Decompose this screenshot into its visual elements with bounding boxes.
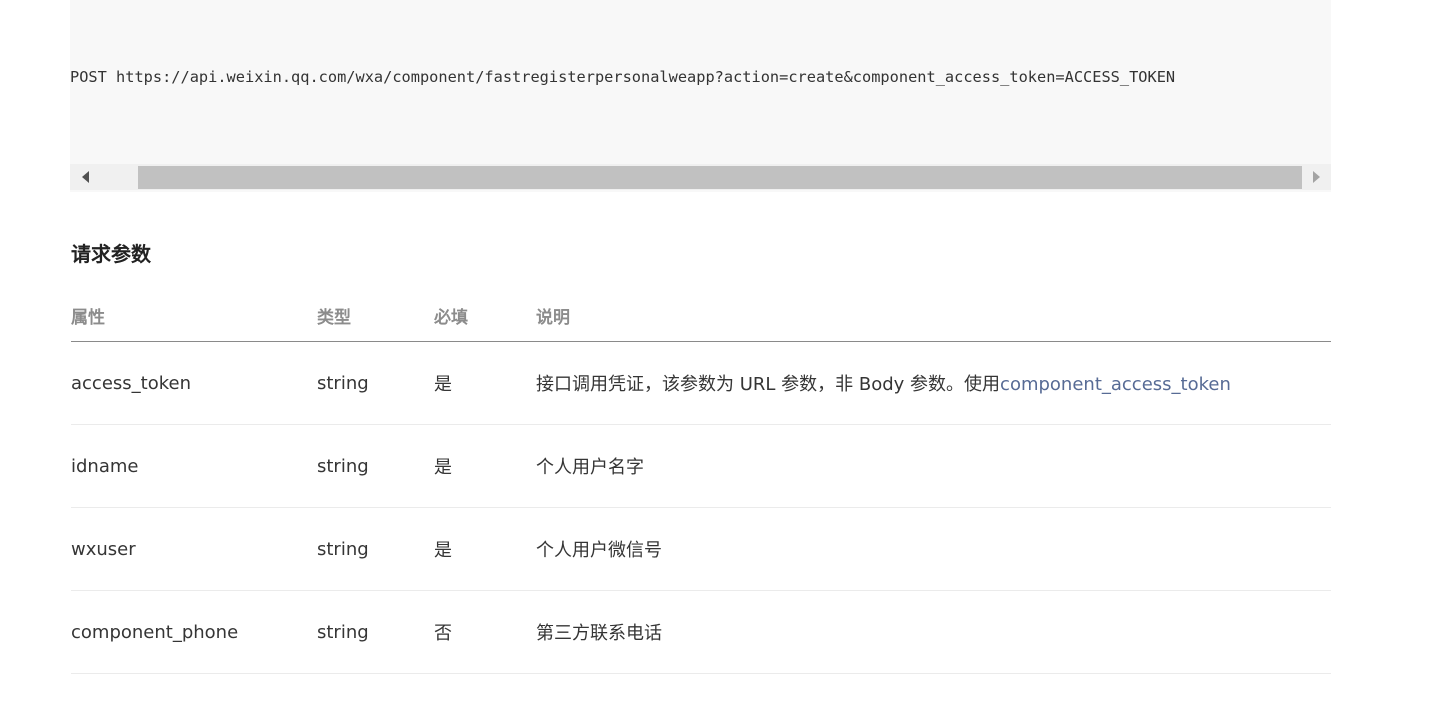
cell-required: 否 <box>434 590 536 674</box>
horizontal-scrollbar[interactable] <box>70 164 1331 190</box>
cell-property: wxuser <box>71 507 317 591</box>
cell-property: access_token <box>71 341 317 425</box>
cell-description: 接口调用凭证，该参数为 URL 参数，非 Body 参数。使用component… <box>536 341 1331 425</box>
table-row: component_phone string 否 第三方联系电话 <box>71 590 1331 674</box>
scroll-left-button[interactable] <box>70 164 100 190</box>
params-table: 属性 类型 必填 说明 access_token string 是 接口调用凭证… <box>71 290 1331 674</box>
cell-property: component_phone <box>71 590 317 674</box>
table-row: access_token string 是 接口调用凭证，该参数为 URL 参数… <box>71 341 1331 425</box>
arrow-right-icon <box>1312 171 1320 183</box>
cell-type: string <box>317 507 434 591</box>
request-url-code: POST https://api.weixin.qq.com/wxa/compo… <box>70 68 1176 86</box>
table-header-row: 属性 类型 必填 说明 <box>71 290 1331 342</box>
description-text: 接口调用凭证，该参数为 URL 参数，非 Body 参数。使用 <box>536 374 1001 395</box>
header-description: 说明 <box>536 290 1331 342</box>
arrow-left-icon <box>81 171 89 183</box>
cell-property: idname <box>71 424 317 508</box>
scroll-right-button[interactable] <box>1301 164 1331 190</box>
cell-required: 是 <box>434 507 536 591</box>
scrollbar-thumb[interactable] <box>138 166 1302 189</box>
section-title: 请求参数 <box>71 242 151 266</box>
table-row: wxuser string 是 个人用户微信号 <box>71 507 1331 591</box>
cell-type: string <box>317 424 434 508</box>
cell-description: 第三方联系电话 <box>536 590 1331 674</box>
table-row: idname string 是 个人用户名字 <box>71 424 1331 508</box>
cell-description: 个人用户名字 <box>536 424 1331 508</box>
cell-type: string <box>317 590 434 674</box>
header-required: 必填 <box>434 290 536 342</box>
cell-type: string <box>317 341 434 425</box>
cell-required: 是 <box>434 424 536 508</box>
header-property: 属性 <box>71 290 317 342</box>
component-access-token-link[interactable]: component_access_token <box>1000 374 1231 395</box>
cell-required: 是 <box>434 341 536 425</box>
header-type: 类型 <box>317 290 434 342</box>
code-block: POST https://api.weixin.qq.com/wxa/compo… <box>70 0 1331 192</box>
cell-description: 个人用户微信号 <box>536 507 1331 591</box>
